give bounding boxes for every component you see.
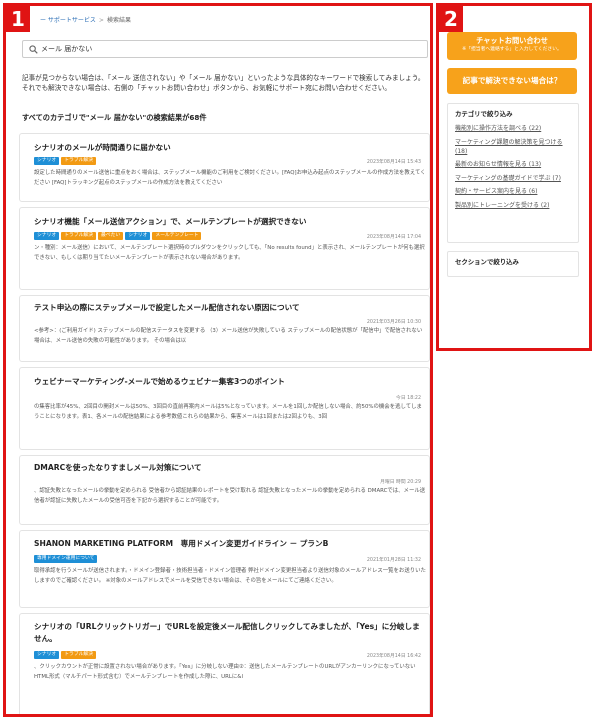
category-filter-title: カテゴリで絞り込み [455, 110, 513, 118]
result-excerpt: 設定した時間通りのメール送信に重点をおく場合は、ステップメール機能のご利用をご検… [34, 170, 426, 186]
result-tag[interactable]: メールテンプレート [152, 232, 202, 240]
category-filter-item[interactable]: 機能別に操作方法を調べる (22) [455, 124, 575, 133]
result-tag[interactable]: 専用ドメイン運用について [34, 555, 98, 563]
result-title[interactable]: シナリオの「URLクリックトリガー」でURLを設定後メール配信しクリックしてみま… [34, 621, 426, 645]
result-tags: シナリオ トラブル解決 [34, 157, 98, 165]
breadcrumb-current: 検索結果 [106, 17, 131, 24]
result-title[interactable]: シナリオ機能「メール送信アクション」で、メールテンプレートが選択できない [34, 216, 426, 228]
result-tags: シナリオ トラブル解決 [34, 651, 98, 659]
result-excerpt: 、認証失敗となったメールの挙動を定められる 受信者から認証結果のレポートを受け取… [34, 488, 426, 504]
result-tag[interactable]: トラブル解決 [61, 232, 96, 240]
search-icon[interactable] [29, 45, 38, 54]
result-tag[interactable]: トラブル解決 [61, 157, 96, 165]
result-excerpt: <参考>：(ご利用ガイド) ステップメールの配信ステータスを変更する （3）メー… [34, 328, 423, 344]
breadcrumb-separator: > [98, 17, 104, 24]
category-filter-item[interactable]: 最新のお知らせ情報を見る (13) [455, 160, 575, 169]
search-help-text: 記事が見つからない場合は、「メール 送信されない」や「メール 届かない」といった… [22, 74, 425, 92]
result-excerpt: 取得承認を行うメールが送信されます。・ドメイン登録者・技術担当者・ドメイン管理者… [34, 568, 426, 584]
result-tag[interactable]: シナリオ [34, 232, 60, 240]
result-excerpt: ン・種別：メール送信）において、メールテンプレート選択時のプルダウンをクリックし… [34, 245, 425, 261]
result-tags: 専用ドメイン運用について [34, 555, 99, 563]
category-filter-item[interactable]: 契約・サービス案内を見る (6) [455, 187, 575, 196]
search-input[interactable] [41, 42, 421, 56]
result-card[interactable]: シナリオの「URLクリックトリガー」でURLを設定後メール配信しクリックしてみま… [19, 613, 430, 714]
result-excerpt: の集客比率が45%、2回目の開封メールは50%、3回目の直前再案内メールは5%と… [34, 404, 422, 420]
result-title[interactable]: DMARCを使ったなりすましメール対策について [34, 462, 426, 474]
sidebar-panel: 2 チャットお問い合わせ ※「担当者へ連絡する」と入力してください。 記事で解決… [436, 3, 592, 351]
main-content-panel: 1 ー サポートサービス>検索結果 記事が見つからない場合は、「メール 送信され… [3, 3, 433, 717]
result-date: 月曜日 時間 20:29 [380, 480, 421, 485]
panel-number-badge: 1 [6, 6, 30, 32]
result-title[interactable]: SHANON MARKETING PLATFORM 専用ドメイン変更ガイドライン… [34, 538, 426, 550]
result-card[interactable]: テスト申込の際にステップメールで設定したメール配信されない原因について 2021年… [19, 295, 430, 362]
chat-button-label: チャットお問い合わせ [476, 36, 548, 45]
result-title[interactable]: テスト申込の際にステップメールで設定したメール配信されない原因について [34, 302, 426, 314]
result-tag[interactable]: シナリオ [34, 651, 60, 659]
result-tag[interactable]: シナリオ [125, 232, 151, 240]
category-filter: カテゴリで絞り込み 機能別に操作方法を調べる (22) マーケティング課題の解決策… [447, 103, 579, 243]
breadcrumb-link[interactable]: ー サポートサービス [40, 17, 96, 24]
result-date: 2023年08月14日 17:04 [366, 235, 421, 240]
category-list: 機能別に操作方法を調べる (22) マーケティング課題の解決策を見つける (18)… [455, 124, 575, 214]
category-filter-item[interactable]: 製品別にトレーニングを受ける (2) [455, 201, 575, 210]
category-filter-item[interactable]: マーケティング課題の解決策を見つける (18) [455, 138, 575, 156]
search-box [22, 40, 428, 58]
result-tags: シナリオ トラブル解決 最べたい シナリオ メールテンプレート [34, 232, 203, 240]
result-excerpt: 、クリックカウントが正常に設置されない場合があります。「Yes」に分岐しない理由… [34, 664, 416, 680]
chat-contact-button[interactable]: チャットお問い合わせ ※「担当者へ連絡する」と入力してください。 [447, 32, 577, 60]
result-date: 今日 18:22 [396, 396, 421, 401]
result-date: 2023年08月14日 16:42 [366, 654, 421, 659]
result-card[interactable]: ウェビナーマーケティング-メールで始めるウェビナー集客3つのポイント今日 18:… [19, 367, 430, 450]
results-heading: すべてのカテゴリで"メール 届かない"の検索結果が68件 [22, 113, 207, 122]
section-filter-title: セクションで絞り込み [455, 258, 519, 266]
result-card[interactable]: SHANON MARKETING PLATFORM 専用ドメイン変更ガイドライン… [19, 530, 430, 608]
result-tag[interactable]: 最べたい [98, 232, 124, 240]
result-tag[interactable]: シナリオ [34, 157, 60, 165]
category-filter-item[interactable]: マーケティングの基礎ガイドで学ぶ (7) [455, 174, 575, 183]
result-title[interactable]: ウェビナーマーケティング-メールで始めるウェビナー集客3つのポイント [34, 376, 426, 388]
result-tag[interactable]: トラブル解決 [61, 651, 96, 659]
result-card[interactable]: シナリオのメールが時間通りに届かないシナリオ トラブル解決 2023年08月14日 … [19, 133, 430, 202]
result-title[interactable]: シナリオのメールが時間通りに届かない [34, 142, 426, 154]
breadcrumb: ー サポートサービス > 検索結果 [40, 15, 131, 24]
unsolved-help-button[interactable]: 記事で解決できない場合は？ [447, 68, 577, 94]
chat-button-note: ※「担当者へ連絡する」と入力してください。 [462, 47, 562, 52]
result-card[interactable]: シナリオ機能「メール送信アクション」で、メールテンプレートが選択できないシナリオ… [19, 207, 430, 290]
panel-number-badge: 2 [439, 6, 463, 32]
result-date: 2021年01月28日 11:32 [366, 558, 421, 563]
result-date: 2021年03月26日 10:30 [366, 320, 421, 325]
result-date: 2023年08月14日 15:43 [366, 160, 421, 165]
result-card[interactable]: DMARCを使ったなりすましメール対策について月曜日 時間 20:29 、認証失敗… [19, 455, 430, 525]
section-filter: セクションで絞り込み [447, 251, 579, 277]
